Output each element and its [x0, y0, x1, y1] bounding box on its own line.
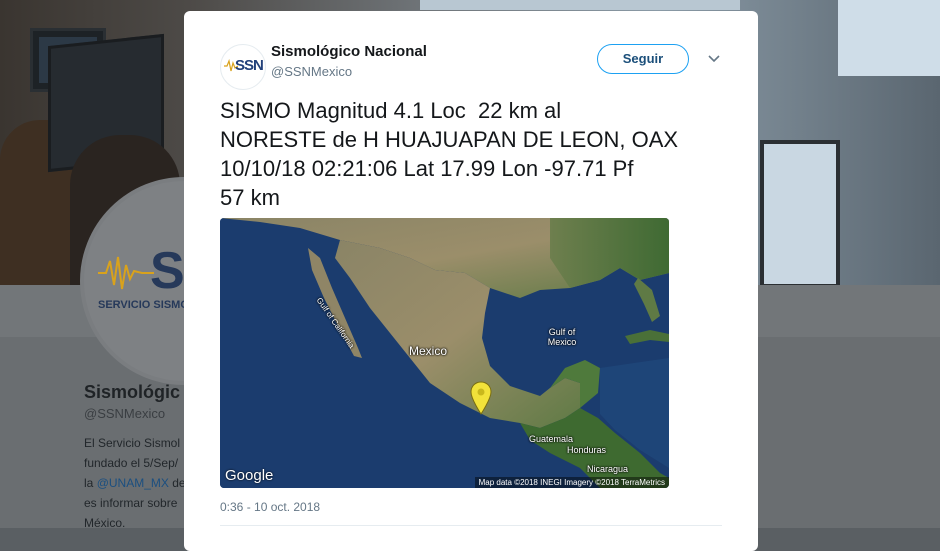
map-label-guatemala: Guatemala [529, 434, 574, 444]
author-display-name[interactable]: Sismológico Nacional [271, 43, 427, 60]
divider [220, 525, 722, 526]
profile-handle: @SSNMexico [84, 406, 166, 421]
map-image[interactable]: Gulf of California Mexico Gulf of Mexico… [220, 218, 669, 488]
map-pin-icon[interactable] [470, 381, 492, 415]
tweet-text: SISMO Magnitud 4.1 Loc 22 km al NORESTE … [220, 98, 679, 210]
map-label-gulf-of-mexico: Gulf of Mexico [547, 327, 577, 347]
chevron-down-icon[interactable] [708, 54, 720, 64]
follow-button[interactable]: Seguir [597, 44, 689, 74]
map-label-nicaragua: Nicaragua [587, 464, 629, 474]
seismograph-icon [98, 256, 154, 290]
author-avatar[interactable]: SSN [220, 44, 266, 90]
author-handle[interactable]: @SSNMexico [271, 64, 352, 79]
google-logo: Google [225, 467, 274, 484]
map-label-honduras: Honduras [567, 445, 607, 455]
tweet-modal: SSN Sismológico Nacional @SSNMexico Segu… [184, 11, 758, 551]
bio-link-unam[interactable]: @UNAM_MX [97, 476, 169, 490]
tweet-timestamp[interactable]: 0:36 - 10 oct. 2018 [220, 500, 320, 514]
map-attribution: Map data ©2018 INEGI Imagery ©2018 Terra… [474, 477, 669, 488]
profile-name: Sismológic [84, 382, 181, 402]
profile-bio: El Servicio Sismol fundado el 5/Sep/ la … [84, 436, 186, 528]
map-label-mexico: Mexico [409, 344, 448, 358]
author-avatar-text: SSN [235, 57, 264, 74]
